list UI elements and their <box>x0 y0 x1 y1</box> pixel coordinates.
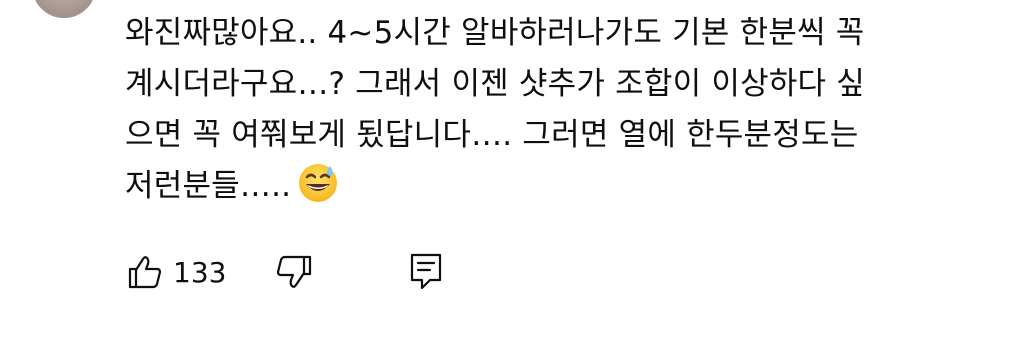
comment-text-line-2: 계시더라구요…? 그래서 이젠 샷추가 조합이 이상하다 싶 <box>125 66 866 102</box>
like-button[interactable]: 133 <box>127 252 226 292</box>
comment-reply-icon <box>408 252 444 292</box>
thumbs-down-icon <box>273 253 313 291</box>
avatar[interactable] <box>32 0 96 18</box>
comment-text-line-4: 저런분들….. <box>125 161 1005 212</box>
comment-text-line-1: 와진짜많아요.. 4~5시간 알바하러나가도 기본 한분씩 꼭 <box>125 15 865 51</box>
thumbs-up-icon <box>127 254 163 290</box>
reply-button[interactable] <box>408 252 444 292</box>
like-count: 133 <box>173 255 227 289</box>
comment-text-line-4-text: 저런분들….. <box>125 168 292 204</box>
grinning-face-with-sweat-icon <box>297 162 339 204</box>
comment-text-line-3: 으면 꼭 여쭤보게 됬답니다…. 그러면 열에 한두분정도는 <box>125 117 859 153</box>
comment-body: 와진짜많아요.. 4~5시간 알바하러나가도 기본 한분씩 꼭 계시더라구요…?… <box>125 8 1005 212</box>
dislike-button[interactable] <box>273 252 313 292</box>
